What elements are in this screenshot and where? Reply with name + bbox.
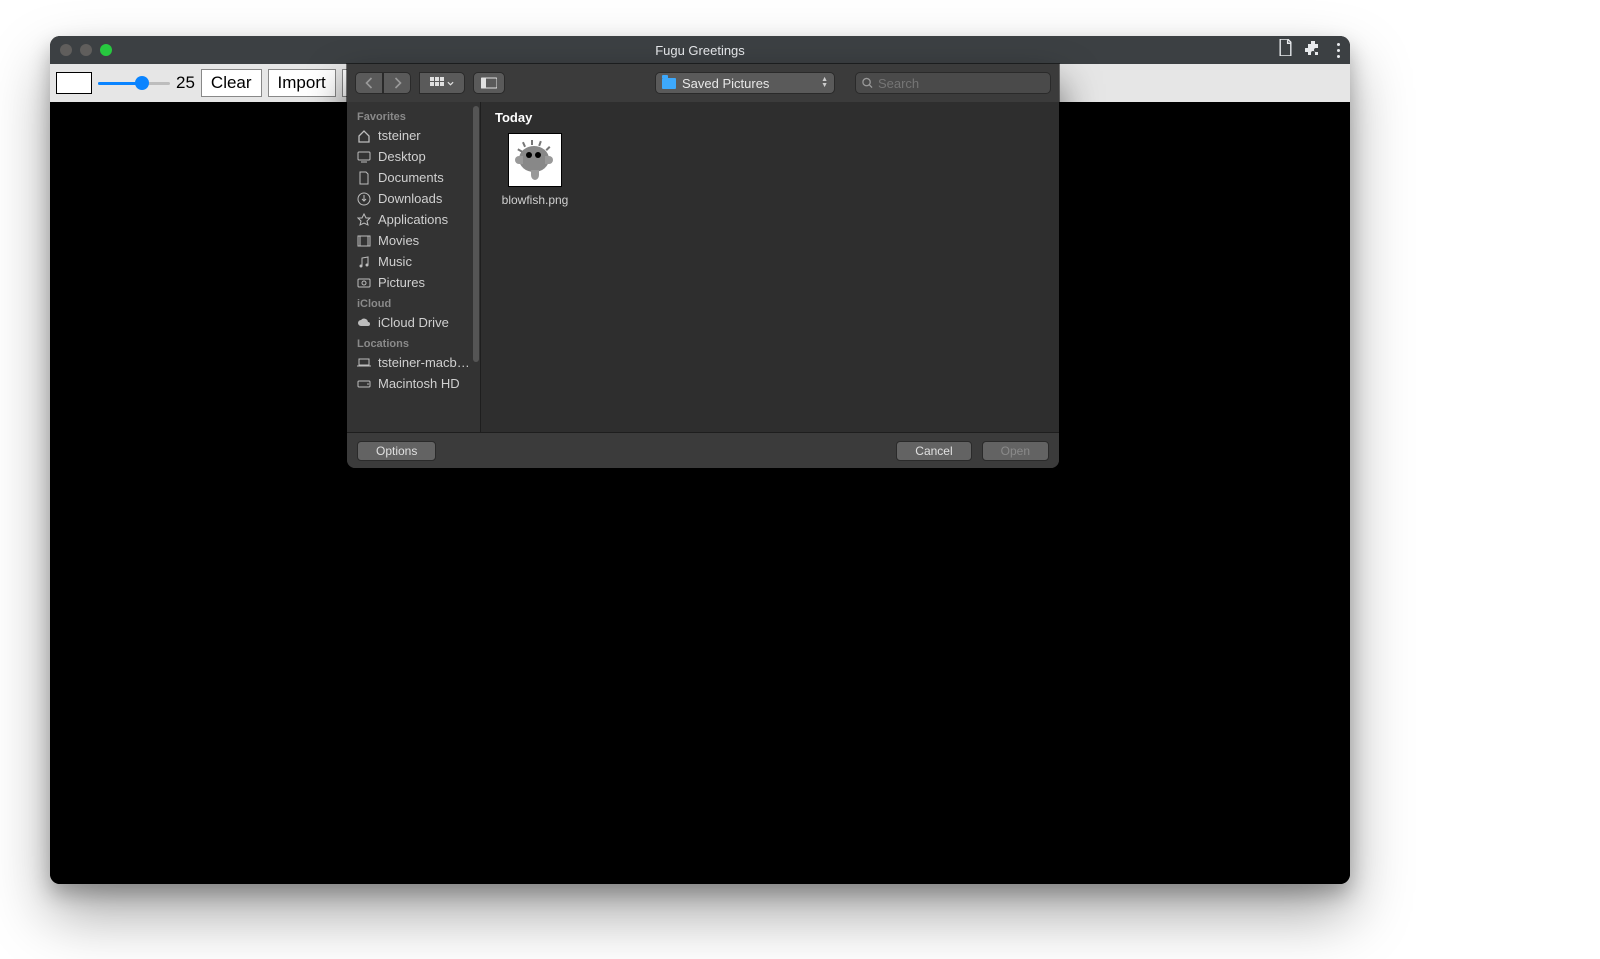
movies-icon bbox=[357, 234, 371, 248]
app-window: Fugu Greetings 25 Clear Import Expo bbox=[50, 36, 1350, 884]
pictures-icon bbox=[357, 276, 371, 290]
search-field[interactable] bbox=[855, 72, 1051, 94]
clear-button[interactable]: Clear bbox=[201, 69, 262, 97]
extensions-icon[interactable] bbox=[1305, 40, 1321, 61]
dialog-footer: Options Cancel Open bbox=[347, 432, 1059, 468]
window-title: Fugu Greetings bbox=[50, 43, 1350, 58]
sidebar-item-applications[interactable]: Applications bbox=[347, 209, 480, 230]
location-popup[interactable]: Saved Pictures ▲▼ bbox=[655, 72, 835, 94]
sidebar-item-pictures[interactable]: Pictures bbox=[347, 272, 480, 293]
nav-forward-button[interactable] bbox=[383, 72, 411, 94]
canvas-color-swatch[interactable] bbox=[56, 72, 92, 94]
cloud-icon bbox=[357, 316, 371, 330]
chevron-updown-icon: ▲▼ bbox=[821, 77, 828, 89]
open-file-dialog: Saved Pictures ▲▼ Favorites tsteiner Des… bbox=[347, 64, 1059, 468]
disk-icon bbox=[357, 377, 371, 391]
options-button[interactable]: Options bbox=[357, 441, 436, 461]
home-icon bbox=[357, 129, 371, 143]
section-heading-today: Today bbox=[495, 110, 1045, 125]
sidebar-heading-icloud: iCloud bbox=[347, 293, 480, 312]
sidebar-item-home[interactable]: tsteiner bbox=[347, 125, 480, 146]
laptop-icon bbox=[357, 356, 371, 370]
new-document-icon[interactable] bbox=[1278, 39, 1293, 61]
folder-icon bbox=[662, 78, 676, 89]
document-icon bbox=[357, 171, 371, 185]
menu-icon[interactable] bbox=[1333, 43, 1344, 58]
cancel-button[interactable]: Cancel bbox=[896, 441, 971, 461]
sidebar-heading-locations: Locations bbox=[347, 333, 480, 352]
sidebar-item-music[interactable]: Music bbox=[347, 251, 480, 272]
file-item[interactable]: blowfish.png bbox=[495, 133, 575, 207]
location-label: Saved Pictures bbox=[682, 76, 769, 91]
sidebar-heading-favorites: Favorites bbox=[347, 106, 480, 125]
dialog-sidebar: Favorites tsteiner Desktop Documents Dow… bbox=[347, 102, 481, 432]
music-icon bbox=[357, 255, 371, 269]
desktop-icon bbox=[357, 150, 371, 164]
brush-size-slider[interactable] bbox=[98, 75, 170, 91]
group-button[interactable] bbox=[473, 72, 505, 94]
file-thumbnail bbox=[508, 133, 562, 187]
sidebar-item-icloud-drive[interactable]: iCloud Drive bbox=[347, 312, 480, 333]
download-icon bbox=[357, 192, 371, 206]
view-mode-button[interactable] bbox=[419, 72, 465, 94]
open-button[interactable]: Open bbox=[982, 441, 1049, 461]
dialog-toolbar: Saved Pictures ▲▼ bbox=[347, 64, 1059, 102]
applications-icon bbox=[357, 213, 371, 227]
nav-back-button[interactable] bbox=[355, 72, 383, 94]
import-button[interactable]: Import bbox=[268, 69, 336, 97]
sidebar-item-desktop[interactable]: Desktop bbox=[347, 146, 480, 167]
sidebar-scrollbar[interactable] bbox=[473, 106, 479, 362]
search-input[interactable] bbox=[878, 76, 1044, 91]
titlebar: Fugu Greetings bbox=[50, 36, 1350, 64]
file-browser[interactable]: Today bbox=[481, 102, 1059, 432]
search-icon bbox=[862, 77, 873, 89]
file-name-label: blowfish.png bbox=[495, 193, 575, 207]
sidebar-item-macintosh-hd[interactable]: Macintosh HD bbox=[347, 373, 480, 394]
brush-size-value: 25 bbox=[176, 73, 195, 93]
sidebar-item-documents[interactable]: Documents bbox=[347, 167, 480, 188]
sidebar-item-device[interactable]: tsteiner-macb… bbox=[347, 352, 480, 373]
sidebar-item-downloads[interactable]: Downloads bbox=[347, 188, 480, 209]
sidebar-item-movies[interactable]: Movies bbox=[347, 230, 480, 251]
